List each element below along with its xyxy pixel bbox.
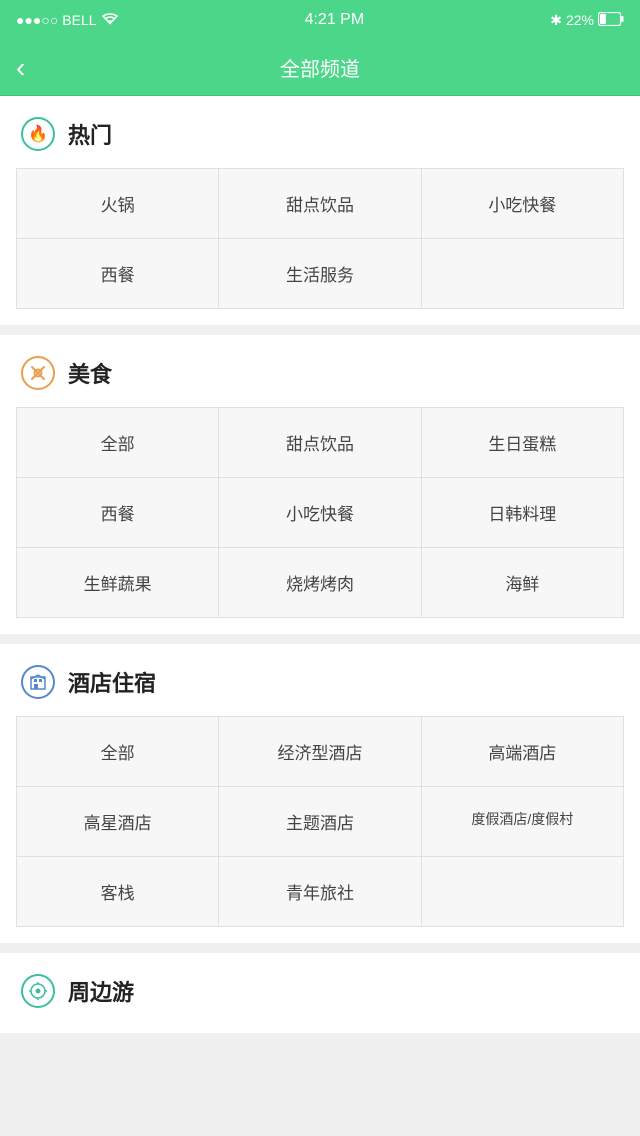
section-hotel: 酒店住宿 全部 经济型酒店 高端酒店 高星酒店 主题酒店 度假酒店/度假村 客栈…: [0, 644, 640, 943]
grid-item[interactable]: 主题酒店: [219, 787, 420, 856]
status-bar-left: ●●●○○ BELL: [16, 12, 119, 29]
grid-item[interactable]: 全部: [17, 717, 218, 786]
battery-percent: 22%: [566, 12, 594, 28]
grid-item[interactable]: 烧烤烤肉: [219, 548, 420, 617]
grid-item[interactable]: 度假酒店/度假村: [422, 787, 623, 856]
status-bar-right: ✱ 22%: [550, 12, 624, 29]
grid-item[interactable]: 客栈: [17, 857, 218, 926]
grid-item[interactable]: 生活服务: [219, 239, 420, 308]
signal-dots: ●●●○○: [16, 12, 58, 28]
section-food: 美食 全部 甜点饮品 生日蛋糕 西餐 小吃快餐 日韩料理 生鲜蔬果 烧烤烤肉 海…: [0, 335, 640, 634]
status-bar: ●●●○○ BELL 4:21 PM ✱ 22%: [0, 0, 640, 40]
hot-grid: 火锅 甜点饮品 小吃快餐 西餐 生活服务: [16, 168, 624, 309]
section-hot-header: 🔥 热门: [0, 96, 640, 168]
carrier: BELL: [62, 12, 96, 28]
grid-item[interactable]: 小吃快餐: [219, 478, 420, 547]
grid-item[interactable]: 经济型酒店: [219, 717, 420, 786]
grid-item[interactable]: 甜点饮品: [219, 169, 420, 238]
section-hot-title: 热门: [68, 118, 112, 150]
section-nearby: 周边游: [0, 953, 640, 1033]
back-button[interactable]: ‹: [16, 52, 25, 84]
grid-item[interactable]: 青年旅社: [219, 857, 420, 926]
hot-icon: 🔥: [20, 116, 56, 152]
grid-item[interactable]: 全部: [17, 408, 218, 477]
nav-bar: ‹ 全部频道: [0, 40, 640, 96]
section-nearby-header: 周边游: [0, 953, 640, 1025]
grid-item[interactable]: 小吃快餐: [422, 169, 623, 238]
hotel-grid: 全部 经济型酒店 高端酒店 高星酒店 主题酒店 度假酒店/度假村 客栈 青年旅社: [16, 716, 624, 927]
grid-item[interactable]: 生日蛋糕: [422, 408, 623, 477]
section-hotel-title: 酒店住宿: [68, 666, 156, 698]
page-title: 全部频道: [280, 53, 360, 82]
section-hotel-header: 酒店住宿: [0, 644, 640, 716]
section-food-header: 美食: [0, 335, 640, 407]
grid-item[interactable]: 日韩料理: [422, 478, 623, 547]
grid-item[interactable]: 高端酒店: [422, 717, 623, 786]
grid-item[interactable]: 西餐: [17, 478, 218, 547]
grid-item[interactable]: 火锅: [17, 169, 218, 238]
bluetooth-icon: ✱: [550, 12, 562, 29]
nearby-icon: [20, 973, 56, 1009]
section-food-title: 美食: [68, 357, 112, 389]
grid-item-empty: [422, 239, 623, 308]
grid-item[interactable]: 生鲜蔬果: [17, 548, 218, 617]
wifi-icon: [101, 12, 119, 29]
grid-item[interactable]: 高星酒店: [17, 787, 218, 856]
hotel-icon: [20, 664, 56, 700]
section-hot: 🔥 热门 火锅 甜点饮品 小吃快餐 西餐 生活服务: [0, 96, 640, 325]
section-nearby-title: 周边游: [68, 975, 134, 1007]
battery-icon: [598, 12, 624, 29]
status-bar-time: 4:21 PM: [305, 11, 365, 29]
food-icon: [20, 355, 56, 391]
svg-text:🔥: 🔥: [28, 124, 48, 143]
grid-item-empty: [422, 857, 623, 926]
grid-item[interactable]: 甜点饮品: [219, 408, 420, 477]
grid-item[interactable]: 海鲜: [422, 548, 623, 617]
food-grid: 全部 甜点饮品 生日蛋糕 西餐 小吃快餐 日韩料理 生鲜蔬果 烧烤烤肉 海鲜: [16, 407, 624, 618]
grid-item[interactable]: 西餐: [17, 239, 218, 308]
